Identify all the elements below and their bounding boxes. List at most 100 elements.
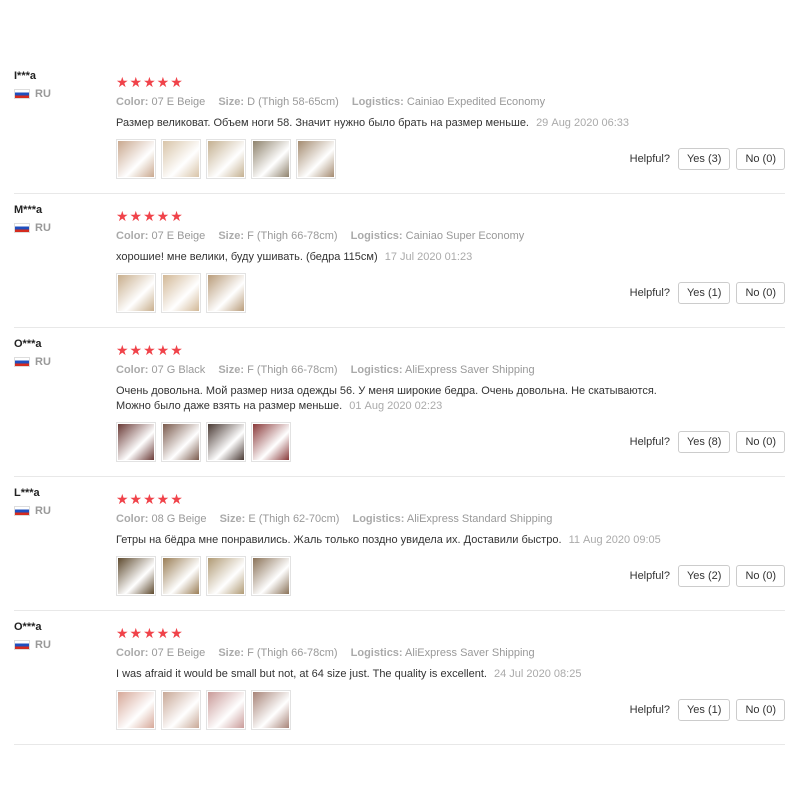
helpful-yes-button[interactable]: Yes (1) xyxy=(677,699,731,721)
review-item: O***a RU ★★★★★ Color: 07 G Black Size: F… xyxy=(14,328,785,477)
size-value: F (Thigh 66-78cm) xyxy=(247,230,338,242)
helpful-label: Helpful? xyxy=(629,287,670,299)
reviewer-name: M***a xyxy=(14,204,43,216)
review-photo-thumbnail[interactable] xyxy=(116,690,156,730)
review-photo-thumbnail[interactable] xyxy=(251,556,291,596)
color-value: 07 E Beige xyxy=(151,96,206,108)
review-photo-thumbnail[interactable] xyxy=(251,690,291,730)
review-attributes: Color: 07 E Beige Size: F (Thigh 66-78cm… xyxy=(116,646,785,660)
logistics-label: Logistics: xyxy=(350,230,403,242)
review-photo-thumbnail[interactable] xyxy=(161,690,201,730)
logistics-value: AliExpress Saver Shipping xyxy=(405,364,535,376)
review-photo-thumbnail[interactable] xyxy=(116,422,156,462)
helpful-label: Helpful? xyxy=(629,153,670,165)
review-photo xyxy=(208,141,244,177)
helpful-yes-button[interactable]: Yes (3) xyxy=(677,148,731,170)
reviewer-country: RU xyxy=(14,639,114,651)
review-footer: Helpful? Yes (1) No (0) xyxy=(116,690,785,744)
helpful-no-button[interactable]: No (0) xyxy=(736,282,785,304)
review-date: 01 Aug 2020 02:23 xyxy=(349,400,443,412)
star-rating: ★★★★★ xyxy=(116,208,184,224)
review-item: I***a RU ★★★★★ Color: 07 E Beige Size: D… xyxy=(14,60,785,194)
size-value: D (Thigh 58-65cm) xyxy=(247,96,339,108)
helpful-label: Helpful? xyxy=(629,436,670,448)
helpful-no-button[interactable]: No (0) xyxy=(736,565,785,587)
review-photo-thumbnail[interactable] xyxy=(161,273,201,313)
review-photo xyxy=(208,692,244,728)
review-text-block: Размер великоват. Объем ноги 58. Значит … xyxy=(116,116,676,131)
reviewer-name: O***a xyxy=(14,338,42,350)
review-photo-thumbnail[interactable] xyxy=(116,139,156,179)
review-content: ★★★★★ Color: 07 E Beige Size: F (Thigh 6… xyxy=(116,194,785,327)
review-photo-thumbnail[interactable] xyxy=(161,139,201,179)
helpful-vote: Helpful? Yes (3) No (0) xyxy=(630,148,785,170)
size-label: Size: xyxy=(218,364,245,376)
color-label: Color: xyxy=(116,647,149,659)
review-photo-thumbnail[interactable] xyxy=(116,556,156,596)
review-photos xyxy=(116,556,291,596)
russia-flag-icon xyxy=(14,223,30,233)
helpful-no-button[interactable]: No (0) xyxy=(736,431,785,453)
color-value: 07 E Beige xyxy=(151,647,206,659)
review-photo-thumbnail[interactable] xyxy=(206,556,246,596)
review-photo xyxy=(163,424,199,460)
review-attributes: Color: 07 G Black Size: F (Thigh 66-78cm… xyxy=(116,363,785,377)
reviewer-info: I***a RU xyxy=(14,70,114,100)
review-photo xyxy=(253,692,289,728)
reviewer-info: O***a RU xyxy=(14,621,114,651)
helpful-vote: Helpful? Yes (1) No (0) xyxy=(630,699,785,721)
review-text-block: I was afraid it would be small but not, … xyxy=(116,667,676,682)
review-photo-thumbnail[interactable] xyxy=(206,139,246,179)
logistics-label: Logistics: xyxy=(351,96,404,108)
review-footer: Helpful? Yes (8) No (0) xyxy=(116,422,785,476)
review-content: ★★★★★ Color: 07 E Beige Size: F (Thigh 6… xyxy=(116,611,785,744)
color-label: Color: xyxy=(116,364,149,376)
helpful-no-button[interactable]: No (0) xyxy=(736,148,785,170)
reviewer-country: RU xyxy=(14,505,114,517)
size-label: Size: xyxy=(218,96,245,108)
reviews-list: I***a RU ★★★★★ Color: 07 E Beige Size: D… xyxy=(0,60,800,745)
review-footer: Helpful? Yes (1) No (0) xyxy=(116,273,785,327)
star-rating: ★★★★★ xyxy=(116,342,184,358)
country-code: RU xyxy=(35,356,51,368)
review-photo xyxy=(208,424,244,460)
logistics-label: Logistics: xyxy=(352,513,405,525)
review-photo-thumbnail[interactable] xyxy=(296,139,336,179)
reviewer-name: O***a xyxy=(14,621,42,633)
review-photos xyxy=(116,139,336,179)
review-photo-thumbnail[interactable] xyxy=(206,422,246,462)
review-date: 29 Aug 2020 06:33 xyxy=(536,117,630,129)
review-photo xyxy=(208,275,244,311)
review-photo xyxy=(118,275,154,311)
helpful-vote: Helpful? Yes (1) No (0) xyxy=(630,282,785,304)
country-code: RU xyxy=(35,639,51,651)
helpful-yes-button[interactable]: Yes (2) xyxy=(677,565,731,587)
russia-flag-icon xyxy=(14,89,30,99)
review-photo-thumbnail[interactable] xyxy=(251,422,291,462)
star-rating: ★★★★★ xyxy=(116,625,184,641)
review-photo-thumbnail[interactable] xyxy=(161,422,201,462)
reviewer-country: RU xyxy=(14,222,114,234)
review-photo xyxy=(163,692,199,728)
color-value: 07 E Beige xyxy=(151,230,206,242)
logistics-value: AliExpress Saver Shipping xyxy=(405,647,535,659)
size-value: E (Thigh 62-70cm) xyxy=(248,513,340,525)
helpful-yes-button[interactable]: Yes (1) xyxy=(677,282,731,304)
review-photo xyxy=(118,424,154,460)
review-attributes: Color: 08 G Beige Size: E (Thigh 62-70cm… xyxy=(116,512,785,526)
helpful-yes-button[interactable]: Yes (8) xyxy=(677,431,731,453)
country-code: RU xyxy=(35,505,51,517)
russia-flag-icon xyxy=(14,640,30,650)
review-text: Размер великоват. Объем ноги 58. Значит … xyxy=(116,117,529,129)
logistics-value: AliExpress Standard Shipping xyxy=(406,513,553,525)
helpful-no-button[interactable]: No (0) xyxy=(736,699,785,721)
review-photo-thumbnail[interactable] xyxy=(206,690,246,730)
review-text-block: хорошие! мне велики, буду ушивать. (бедр… xyxy=(116,250,676,265)
review-photo-thumbnail[interactable] xyxy=(116,273,156,313)
review-photo-thumbnail[interactable] xyxy=(251,139,291,179)
review-photo-thumbnail[interactable] xyxy=(161,556,201,596)
star-rating: ★★★★★ xyxy=(116,491,184,507)
review-text: хорошие! мне велики, буду ушивать. (бедр… xyxy=(116,251,378,263)
review-photo-thumbnail[interactable] xyxy=(206,273,246,313)
reviewer-info: L***a RU xyxy=(14,487,114,517)
